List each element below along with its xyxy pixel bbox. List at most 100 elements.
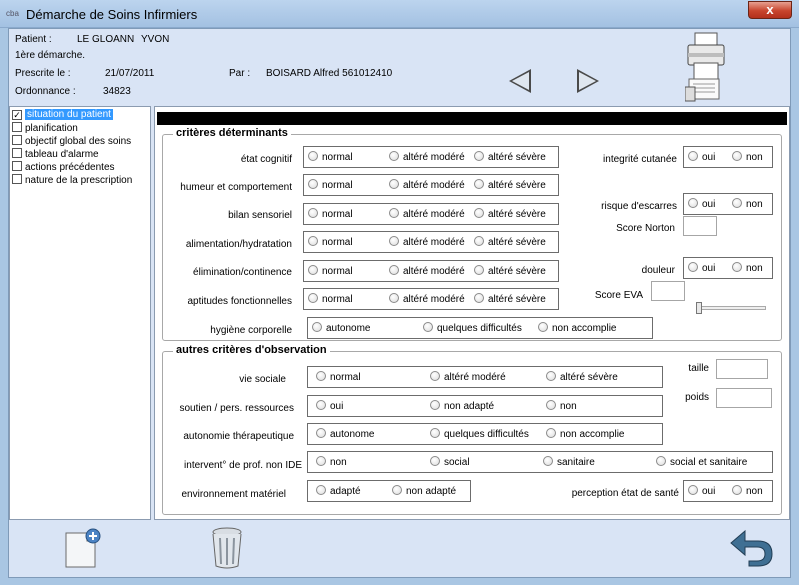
radio-altere-modere[interactable]: altéré modéré [389, 293, 465, 305]
radio-non-accomplie[interactable]: non accomplie [538, 322, 616, 334]
radio-altere-severe[interactable]: altéré sévère [474, 265, 546, 277]
checkbox-icon[interactable] [12, 161, 22, 171]
radio-oui[interactable]: oui [688, 151, 715, 163]
radio-icon[interactable] [430, 456, 440, 466]
radio-icon[interactable] [474, 151, 484, 161]
poids-input[interactable] [716, 388, 772, 408]
radio-icon[interactable] [389, 236, 399, 246]
radio-icon[interactable] [732, 198, 742, 208]
radio-icon[interactable] [688, 485, 698, 495]
radio-icon[interactable] [430, 428, 440, 438]
radio-non-adapte[interactable]: non adapté [392, 485, 456, 497]
sidebar-item-alarme[interactable]: tableau d'alarme [12, 148, 99, 161]
trash-icon[interactable] [209, 526, 245, 570]
radio-social[interactable]: social [430, 456, 470, 468]
checkbox-icon[interactable] [12, 122, 22, 132]
undo-arrow-icon[interactable] [729, 527, 775, 567]
radio-icon[interactable] [308, 293, 318, 303]
radio-normal[interactable]: normal [316, 371, 361, 383]
radio-icon[interactable] [308, 208, 318, 218]
radio-normal[interactable]: normal [308, 293, 353, 305]
radio-icon[interactable] [316, 456, 326, 466]
checkbox-icon[interactable] [12, 148, 22, 158]
radio-normal[interactable]: normal [308, 236, 353, 248]
radio-autonome[interactable]: autonome [312, 322, 370, 334]
radio-non-adapte[interactable]: non adapté [430, 400, 494, 412]
radio-icon[interactable] [546, 371, 556, 381]
radio-altere-modere[interactable]: altéré modéré [389, 265, 465, 277]
radio-icon[interactable] [316, 428, 326, 438]
radio-altere-modere[interactable]: altéré modéré [389, 208, 465, 220]
checkbox-icon[interactable] [12, 174, 22, 184]
radio-non[interactable]: non [316, 456, 347, 468]
radio-icon[interactable] [308, 265, 318, 275]
radio-autonome[interactable]: autonome [316, 428, 374, 440]
radio-non[interactable]: non [732, 151, 763, 163]
radio-icon[interactable] [688, 262, 698, 272]
radio-oui[interactable]: oui [316, 400, 343, 412]
checkbox-icon[interactable]: ✓ [12, 110, 22, 120]
radio-altere-modere[interactable]: altéré modéré [389, 151, 465, 163]
radio-icon[interactable] [474, 236, 484, 246]
radio-normal[interactable]: normal [308, 179, 353, 191]
radio-altere-severe[interactable]: altéré sévère [474, 293, 546, 305]
checkbox-icon[interactable] [12, 135, 22, 145]
radio-icon[interactable] [308, 179, 318, 189]
radio-icon[interactable] [389, 208, 399, 218]
radio-icon[interactable] [474, 293, 484, 303]
radio-altere-severe[interactable]: altéré sévère [546, 371, 618, 383]
radio-altere-modere[interactable]: altéré modéré [430, 371, 506, 383]
radio-non[interactable]: non [732, 198, 763, 210]
radio-icon[interactable] [389, 265, 399, 275]
radio-quelques-difficultes[interactable]: quelques difficultés [423, 322, 522, 334]
radio-icon[interactable] [389, 179, 399, 189]
radio-icon[interactable] [732, 151, 742, 161]
radio-altere-modere[interactable]: altéré modéré [389, 179, 465, 191]
radio-social-et-sanitaire[interactable]: social et sanitaire [656, 456, 747, 468]
radio-icon[interactable] [474, 265, 484, 275]
radio-non-accomplie[interactable]: non accomplie [546, 428, 624, 440]
radio-icon[interactable] [688, 198, 698, 208]
radio-normal[interactable]: normal [308, 208, 353, 220]
arrow-right-icon[interactable] [577, 69, 599, 93]
radio-icon[interactable] [316, 371, 326, 381]
radio-icon[interactable] [389, 293, 399, 303]
sidebar-item-planification[interactable]: planification [12, 122, 78, 135]
radio-icon[interactable] [308, 151, 318, 161]
radio-icon[interactable] [392, 485, 402, 495]
radio-icon[interactable] [543, 456, 553, 466]
radio-oui[interactable]: oui [688, 198, 715, 210]
slider-track[interactable] [696, 306, 766, 310]
radio-quelques-difficultes[interactable]: quelques difficultés [430, 428, 529, 440]
radio-icon[interactable] [656, 456, 666, 466]
radio-icon[interactable] [389, 151, 399, 161]
radio-icon[interactable] [474, 208, 484, 218]
norton-input[interactable] [683, 216, 717, 236]
taille-input[interactable] [716, 359, 768, 379]
radio-icon[interactable] [316, 485, 326, 495]
sidebar-item-situation[interactable]: ✓ situation du patient [12, 109, 113, 122]
eva-input[interactable] [651, 281, 685, 301]
radio-icon[interactable] [688, 151, 698, 161]
radio-icon[interactable] [423, 322, 433, 332]
radio-altere-modere[interactable]: altéré modéré [389, 236, 465, 248]
arrow-left-icon[interactable] [509, 69, 531, 93]
radio-icon[interactable] [308, 236, 318, 246]
radio-icon[interactable] [312, 322, 322, 332]
radio-oui[interactable]: oui [688, 485, 715, 497]
radio-altere-severe[interactable]: altéré sévère [474, 236, 546, 248]
radio-icon[interactable] [430, 400, 440, 410]
radio-icon[interactable] [430, 371, 440, 381]
radio-non[interactable]: non [732, 262, 763, 274]
sidebar-item-actions[interactable]: actions précédentes [12, 161, 115, 174]
radio-icon[interactable] [546, 428, 556, 438]
radio-icon[interactable] [474, 179, 484, 189]
radio-icon[interactable] [546, 400, 556, 410]
radio-normal[interactable]: normal [308, 151, 353, 163]
radio-normal[interactable]: normal [308, 265, 353, 277]
radio-adapte[interactable]: adapté [316, 485, 361, 497]
radio-oui[interactable]: oui [688, 262, 715, 274]
sidebar-item-objectif[interactable]: objectif global des soins [12, 135, 131, 148]
slider-thumb[interactable] [696, 302, 702, 314]
radio-altere-severe[interactable]: altéré sévère [474, 151, 546, 163]
